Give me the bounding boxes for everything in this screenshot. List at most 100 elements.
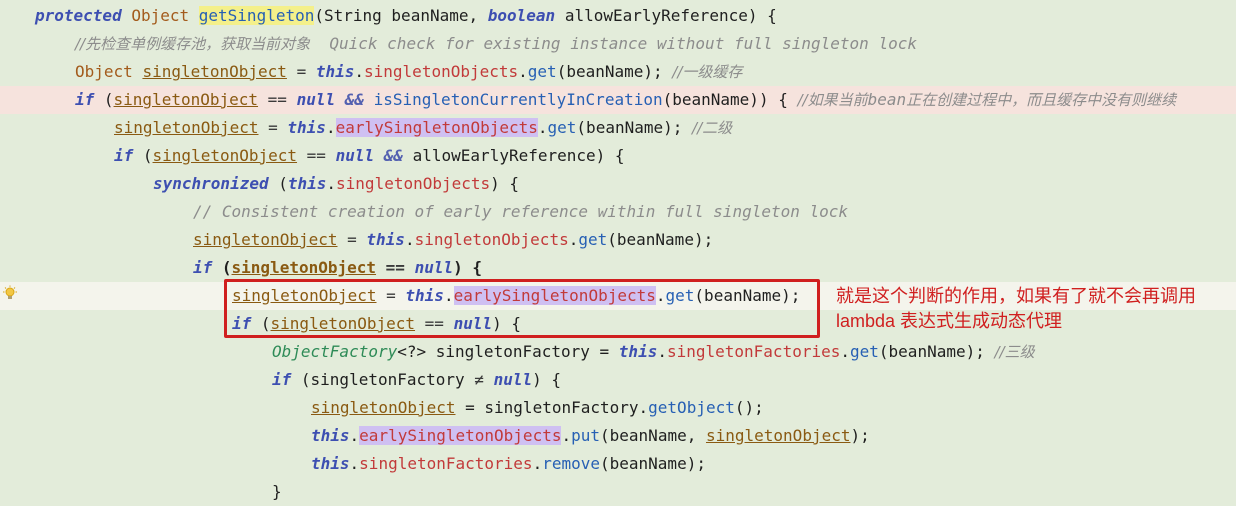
- keyword-if: if: [272, 370, 292, 389]
- annotation-text: 就是这个判断的作用，如果有了就不会再调用 lambda 表达式生成动态代理: [836, 286, 1196, 331]
- code-line-14[interactable]: if (singletonFactory ≠ null) {: [0, 366, 1236, 394]
- var-singletonobject: singletonObject: [311, 398, 456, 417]
- method-put: put: [571, 426, 601, 445]
- var-singletonobject: singletonObject: [231, 258, 377, 277]
- type-object: Object: [121, 6, 199, 25]
- keyword-null: null: [296, 90, 336, 109]
- field-singletonfactories: singletonFactories: [666, 342, 841, 361]
- var-singletonobject: singletonObject: [193, 230, 338, 249]
- code-line-18[interactable]: }: [0, 478, 1236, 506]
- paren: ) {: [532, 370, 562, 389]
- paren: (: [268, 174, 288, 193]
- field-earlysingletonobjects: earlySingletonObjects: [359, 426, 562, 445]
- field-singletonobjects: singletonObjects: [336, 174, 491, 193]
- operator: ==: [297, 146, 336, 165]
- keyword-synchronized: synchronized: [153, 174, 269, 193]
- args: (beanName);: [576, 118, 693, 137]
- params-text: allowEarlyReference) {: [555, 6, 777, 25]
- dot: .: [354, 62, 365, 81]
- highlight-box: [224, 279, 820, 338]
- comment-cn: //先检查单例缓存池，获取当前对象: [75, 35, 311, 53]
- args: (beanName);: [607, 230, 714, 249]
- dot: .: [561, 426, 572, 445]
- args: (beanName);: [556, 62, 673, 81]
- code-line-6[interactable]: if (singletonObject == null && allowEarl…: [0, 142, 1236, 170]
- args: (beanName)) {: [662, 90, 798, 109]
- comment-cn: //如果当前: [797, 91, 868, 109]
- operator-and: &&: [335, 90, 374, 109]
- dot: .: [537, 118, 548, 137]
- code-line-5[interactable]: singletonObject = this.earlySingletonObj…: [0, 114, 1236, 142]
- paren: (: [94, 90, 114, 109]
- code-line-13[interactable]: ObjectFactory<?> singletonFactory = this…: [0, 338, 1236, 366]
- comment-cn: //二级: [692, 119, 733, 137]
- method-get: get: [578, 230, 608, 249]
- operator-and: &&: [374, 146, 413, 165]
- code-line-8[interactable]: // Consistent creation of early referenc…: [0, 198, 1236, 226]
- args: );: [850, 426, 870, 445]
- method-remove: remove: [542, 454, 600, 473]
- comment-cn: //三级: [994, 343, 1035, 361]
- args: (beanName);: [878, 342, 995, 361]
- comment-en: bean: [867, 90, 907, 109]
- dot: .: [326, 174, 337, 193]
- keyword-this: this: [315, 62, 355, 81]
- code-editor[interactable]: protected Object getSingleton(String bea…: [0, 0, 1236, 503]
- comment-en: Quick check for existing instance withou…: [310, 34, 917, 53]
- keyword-null: null: [335, 146, 375, 165]
- params-text: (String beanName,: [314, 6, 488, 25]
- method-name-getsingleton[interactable]: getSingleton: [198, 6, 315, 25]
- code-line-10[interactable]: if (singletonObject == null) {: [0, 254, 1236, 282]
- code-line-3[interactable]: Object singletonObject = this.singletonO…: [0, 58, 1236, 86]
- code-line-1[interactable]: protected Object getSingleton(String bea…: [0, 2, 1236, 30]
- dot: .: [568, 230, 579, 249]
- args: allowEarlyReference) {: [412, 146, 625, 165]
- lightbulb-icon[interactable]: [2, 285, 18, 303]
- dot: .: [840, 342, 850, 361]
- operator: ==: [376, 258, 415, 277]
- field-singletonobjects: singletonObjects: [364, 62, 519, 81]
- dot: .: [532, 454, 543, 473]
- dot: .: [325, 118, 336, 137]
- dot: .: [349, 454, 360, 473]
- keyword-null: null: [493, 370, 533, 389]
- comment-en: // Consistent creation of early referenc…: [193, 202, 849, 221]
- method-get: get: [547, 118, 577, 137]
- comment-cn: 正在创建过程中，而且缓存中没有则继续: [906, 91, 1177, 109]
- keyword-null: null: [414, 258, 454, 277]
- dot: .: [349, 426, 360, 445]
- method-getobject: getObject: [648, 398, 735, 417]
- var-singletonobject: singletonObject: [113, 90, 259, 109]
- paren: ) {: [453, 258, 482, 277]
- dot: .: [518, 62, 528, 81]
- dot: .: [404, 230, 415, 249]
- keyword-this: this: [287, 174, 327, 193]
- var-singletonobject: singletonObject: [705, 426, 851, 445]
- args: (beanName);: [600, 454, 706, 473]
- operator: =: [286, 62, 316, 81]
- type-object: Object: [75, 62, 143, 81]
- closing-brace: }: [272, 482, 282, 501]
- keyword-this: this: [287, 118, 326, 137]
- paren: ) {: [490, 174, 520, 193]
- code-line-17[interactable]: this.singletonFactories.remove(beanName)…: [0, 450, 1236, 478]
- code-line-9[interactable]: singletonObject = this.singletonObjects.…: [0, 226, 1236, 254]
- keyword-this: this: [618, 342, 658, 361]
- keyword-if: if: [114, 146, 134, 165]
- keyword-if: if: [193, 258, 213, 277]
- keyword-if: if: [75, 90, 95, 109]
- code-line-2[interactable]: //先检查单例缓存池，获取当前对象 Quick check for existi…: [0, 30, 1236, 58]
- paren: (: [133, 146, 153, 165]
- method-get: get: [527, 62, 557, 81]
- code-line-7[interactable]: synchronized (this.singletonObjects) {: [0, 170, 1236, 198]
- field-singletonfactories: singletonFactories: [359, 454, 533, 473]
- field-singletonobjects: singletonObjects: [414, 230, 569, 249]
- method-issingletoncurrentlyincreation: isSingletonCurrentlyInCreation: [373, 90, 663, 109]
- code-line-15[interactable]: singletonObject = singletonFactory.getOb…: [0, 394, 1236, 422]
- var-singletonobject: singletonObject: [114, 118, 259, 137]
- code-line-16[interactable]: this.earlySingletonObjects.put(beanName,…: [0, 422, 1236, 450]
- method-get: get: [850, 342, 879, 361]
- code-line-4[interactable]: if (singletonObject == null && isSinglet…: [0, 86, 1236, 114]
- cond-text: (singletonFactory: [291, 370, 475, 389]
